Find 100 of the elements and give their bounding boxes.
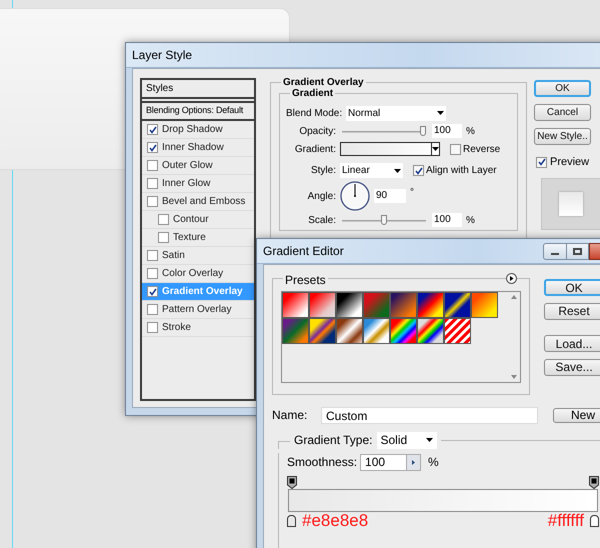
checkbox[interactable]: [147, 268, 158, 279]
maximize-icon[interactable]: [567, 242, 589, 260]
color-annotation: #ffffff: [548, 512, 584, 529]
effect-item[interactable]: Drop Shadow: [142, 121, 254, 139]
checkbox[interactable]: [158, 232, 169, 243]
gradient-swatch[interactable]: [390, 292, 417, 318]
gradient-swatch[interactable]: [444, 292, 471, 318]
checkbox[interactable]: [147, 322, 158, 333]
field-label: Opacity:: [298, 124, 336, 138]
new-button[interactable]: New: [553, 408, 600, 422]
opacity-stop-icon[interactable]: [589, 476, 599, 489]
opacity-stop-icon[interactable]: [287, 476, 297, 489]
field-label: Scale:: [307, 214, 336, 228]
styles-header[interactable]: Styles: [142, 80, 254, 99]
window-title: Gradient Editor: [263, 243, 344, 260]
field-label: Gradient:: [294, 142, 336, 156]
checkbox[interactable]: [147, 178, 158, 189]
dialog-button[interactable]: Load...: [544, 335, 600, 352]
blending-options-item[interactable]: Blending Options: Default: [142, 101, 254, 121]
effect-item[interactable]: Inner Shadow: [142, 139, 254, 157]
slider-thumb[interactable]: [381, 215, 387, 225]
caret-icon: [394, 168, 401, 172]
checkbox-label: Align with Layer: [426, 164, 497, 178]
checkmark-icon: [148, 288, 156, 296]
dialog-button[interactable]: OK: [534, 80, 591, 97]
effect-item[interactable]: Pattern Overlay: [142, 301, 254, 319]
unit-label: °: [410, 186, 414, 200]
gradient-picker[interactable]: [340, 142, 440, 156]
dialog-button[interactable]: OK: [544, 279, 600, 296]
effect-item[interactable]: Bevel and Emboss: [142, 193, 254, 211]
checkmark-icon: [538, 158, 546, 166]
gradient-swatch[interactable]: [282, 318, 309, 344]
minimize-icon[interactable]: [543, 242, 567, 260]
checkbox[interactable]: [147, 250, 158, 261]
caret-icon: [437, 111, 444, 115]
gradient-swatch[interactable]: [282, 292, 309, 318]
gradient-swatch[interactable]: [336, 292, 363, 318]
gradient-swatch[interactable]: [390, 318, 417, 344]
checkbox[interactable]: [147, 286, 158, 297]
preview-swatch: [559, 192, 583, 216]
unit-label: %: [466, 124, 475, 138]
checkbox[interactable]: [413, 165, 424, 176]
effect-item[interactable]: Inner Glow: [142, 175, 254, 193]
color-stop[interactable]: [590, 514, 599, 526]
slider[interactable]: [342, 215, 426, 225]
effect-item[interactable]: Satin: [142, 247, 254, 265]
checkbox-label: Reverse: [463, 142, 500, 156]
checkbox[interactable]: [147, 304, 158, 315]
checkmark-icon: [148, 144, 156, 152]
checkbox-label: Preview: [550, 155, 590, 170]
dialog-button[interactable]: Save...: [544, 358, 600, 376]
caret-icon: [426, 438, 432, 442]
dialog-button[interactable]: New Style..: [534, 128, 591, 145]
angle-field[interactable]: 90: [374, 189, 406, 203]
smoothness-field[interactable]: 100: [360, 454, 422, 470]
scroll-down-icon[interactable]: [510, 375, 516, 379]
unit-label: %: [466, 214, 475, 228]
field-label: Gradient Type:: [294, 432, 372, 449]
effect-item[interactable]: Outer Glow: [142, 157, 254, 175]
scale-field[interactable]: 100: [432, 213, 462, 227]
dialog-button[interactable]: Cancel: [534, 104, 591, 121]
field-label: Angle:: [306, 190, 336, 204]
checkbox[interactable]: [536, 156, 547, 168]
gradient-swatch[interactable]: [336, 318, 363, 344]
checkmark-icon: [148, 126, 156, 134]
gradient-swatch[interactable]: [444, 318, 471, 344]
field-label: Blend Mode:: [286, 106, 342, 120]
style-dropdown[interactable]: Linear: [340, 163, 403, 178]
name-field[interactable]: Custom: [321, 406, 538, 424]
gradient-swatch[interactable]: [417, 318, 444, 344]
checkbox[interactable]: [450, 144, 461, 154]
effect-item[interactable]: Contour: [142, 211, 254, 229]
checkbox[interactable]: [147, 160, 158, 171]
gradient-swatch[interactable]: [417, 292, 444, 318]
field-label: Smoothness:: [287, 454, 358, 471]
field-label: Name:: [272, 407, 308, 424]
checkbox[interactable]: [147, 124, 158, 135]
gradient-type-dropdown[interactable]: Solid: [376, 432, 436, 448]
slider-thumb[interactable]: [420, 126, 426, 136]
gradient-swatch[interactable]: [363, 292, 390, 318]
checkbox[interactable]: [158, 214, 169, 225]
caret-icon: [432, 147, 439, 151]
window-title: Layer Style: [132, 47, 192, 64]
effect-item[interactable]: Texture: [142, 229, 254, 247]
opacity-field[interactable]: 100: [432, 124, 462, 138]
field-label: Style:: [310, 164, 336, 178]
gradient-swatch[interactable]: [309, 292, 336, 318]
gradient-swatch[interactable]: [471, 292, 498, 318]
dialog-button[interactable]: Reset: [544, 302, 600, 320]
blend-mode-dropdown[interactable]: Normal: [346, 106, 446, 120]
unit-label: %: [428, 454, 439, 471]
effect-item[interactable]: Stroke: [142, 319, 254, 337]
gradient-swatch[interactable]: [363, 318, 390, 344]
checkbox[interactable]: [147, 142, 158, 153]
scroll-up-icon[interactable]: [510, 295, 516, 299]
angle-dial[interactable]: [340, 181, 370, 211]
color-stop[interactable]: [287, 514, 296, 526]
slider[interactable]: [342, 126, 426, 136]
checkbox[interactable]: [147, 196, 158, 207]
gradient-swatch[interactable]: [309, 318, 336, 344]
